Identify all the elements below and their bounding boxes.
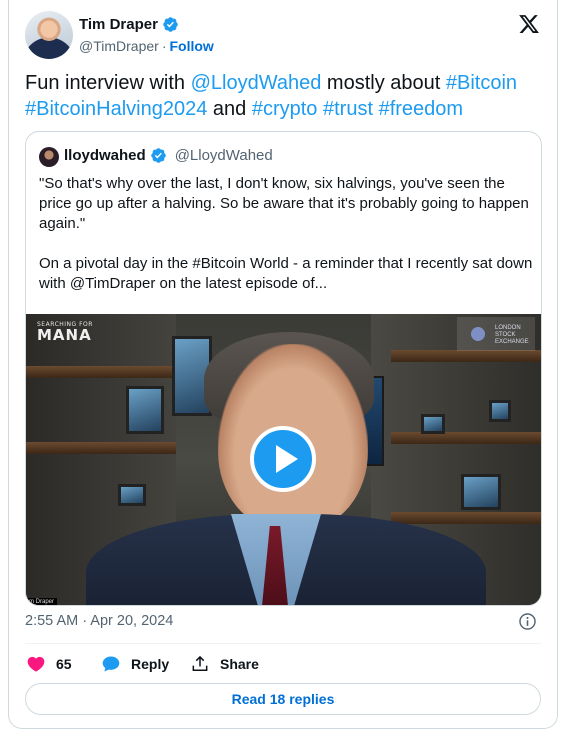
hashtag-link[interactable]: #freedom [379,98,464,120]
quoted-author-avatar[interactable] [39,147,59,167]
tweet-text-span: and [207,98,252,120]
lse-crest-icon [465,323,491,345]
share-button[interactable]: Share [190,654,259,674]
tweet-text: Fun interview with @LloydWahed mostly ab… [25,70,545,122]
hashtag-link[interactable]: #trust [323,98,373,120]
video-photo-frame [126,386,164,434]
tweet-card: Tim Draper @TimDraper · Follow Fun intervi… [8,0,558,729]
show-logo: SEARCHING FOR MANA [37,322,93,343]
author-handle[interactable]: @TimDraper [79,38,159,54]
video-photo-frame [461,474,501,510]
video-photo-frame [118,484,146,506]
quoted-author-name[interactable]: lloydwahed [64,147,146,164]
author-avatar[interactable] [25,11,73,59]
play-button[interactable] [250,426,316,492]
video-shelf [26,366,176,378]
quoted-tweet[interactable]: lloydwahed @LloydWahed "So that's why ov… [25,131,542,606]
separator-dot: · [161,38,167,54]
tweet-text-span: Fun interview with [25,72,191,94]
quoted-text: "So that's why over the last, I don't kn… [39,174,534,294]
read-replies-button[interactable]: Read 18 replies [25,683,541,715]
info-icon[interactable] [518,612,537,631]
hashtag-link[interactable]: #Bitcoin [446,72,517,94]
share-upload-icon [192,655,208,671]
lse-logo: LONDON STOCK EXCHANGE [457,317,535,351]
play-icon [276,445,298,473]
hashtag-link[interactable]: #crypto [252,98,318,120]
divider [25,643,541,644]
reply-label: Reply [131,656,170,672]
lse-logo-text: LONDON STOCK EXCHANGE [495,325,529,345]
video-shelf [391,350,541,362]
video-photo-frame [489,400,511,422]
reply-bubble-icon [102,656,120,672]
video-shelf [26,442,176,454]
video-player[interactable]: SEARCHING FOR MANA LONDON STOCK EXCHANGE… [26,314,541,605]
quoted-paragraph-1: "So that's why over the last, I don't kn… [39,175,529,232]
verified-badge-icon [163,17,178,32]
tweet-timestamp[interactable]: 2:55 AM · Apr 20, 2024 [25,613,173,629]
reply-button[interactable]: Reply [101,654,169,674]
quoted-author-handle[interactable]: @LloydWahed [175,147,273,164]
author-name-row[interactable]: Tim Draper [79,16,179,33]
video-shelf [391,432,541,444]
tweet-text-span: mostly about [321,72,446,94]
video-shelf [391,512,541,524]
hashtag-link[interactable]: #BitcoinHalving2024 [25,98,207,120]
author-name[interactable]: Tim Draper [79,16,158,33]
author-handle-line: @TimDraper · Follow [79,38,214,54]
mention-link[interactable]: @LloydWahed [191,72,322,94]
like-count: 65 [56,656,72,672]
video-photo-frame [421,414,445,434]
x-logo-icon[interactable] [518,13,540,35]
verified-badge-icon [150,148,166,163]
quoted-paragraph-2: On a pivotal day in the #Bitcoin World -… [39,255,533,292]
video-caption: m Draper [26,598,58,605]
follow-button[interactable]: Follow [169,38,213,54]
share-label: Share [220,656,259,672]
like-button[interactable]: 65 [26,654,72,674]
heart-icon [27,656,45,672]
show-logo-big: MANA [37,326,92,344]
quoted-author-row[interactable]: lloydwahed @LloydWahed [64,147,273,164]
